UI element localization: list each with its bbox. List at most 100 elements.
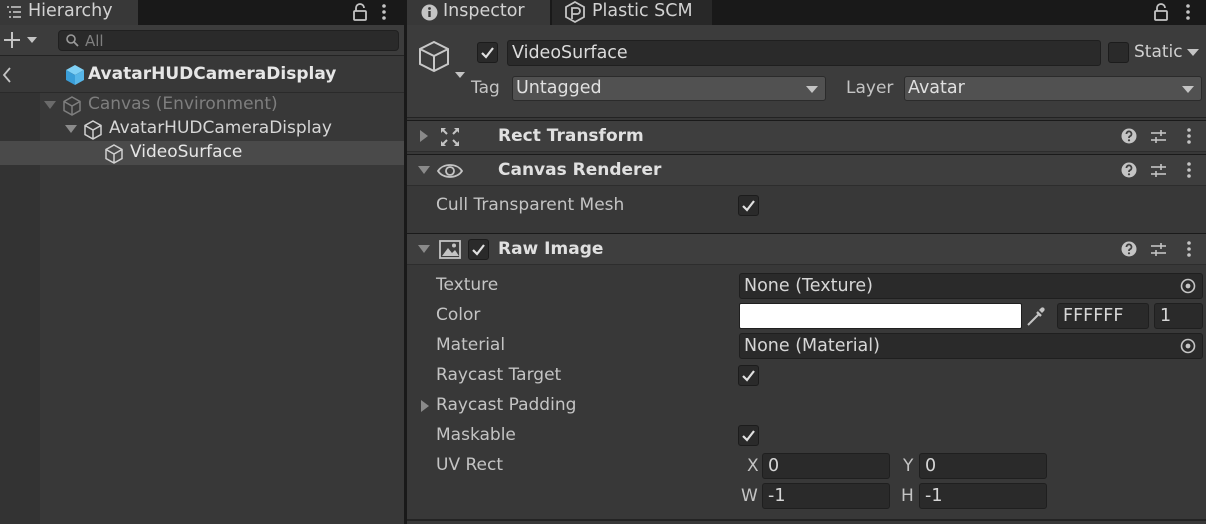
uv-x-label: X: [747, 456, 759, 476]
search-input[interactable]: [85, 31, 385, 50]
tree-item-label: Canvas (Environment): [88, 94, 278, 114]
gameobject-name-input[interactable]: [512, 42, 1092, 64]
raw-image-title: Raw Image: [498, 239, 604, 259]
color-swatch[interactable]: [739, 303, 1022, 329]
tab-inspector[interactable]: Inspector: [407, 0, 550, 25]
tab-plastic-scm[interactable]: Plastic SCM: [552, 0, 712, 25]
expand-arrow-icon[interactable]: [44, 101, 56, 109]
color-alpha-value: 1: [1160, 306, 1172, 326]
tab-inspector-label: Inspector: [443, 1, 525, 21]
maskable-label: Maskable: [436, 425, 516, 445]
plastic-scm-icon: [564, 1, 586, 24]
raycast-target-checkbox[interactable]: [738, 365, 759, 386]
add-icon[interactable]: [3, 30, 43, 50]
hierarchy-panel: Hierarchy AvatarHUDCameraDisplay Canvas …: [0, 0, 404, 524]
raycast-padding-fold-icon[interactable]: [421, 400, 429, 412]
rect-transform-title: Rect Transform: [498, 126, 644, 146]
tag-dropdown[interactable]: Untagged: [512, 76, 826, 101]
image-icon: [439, 240, 461, 259]
gameobject-cube-icon: [104, 144, 124, 164]
tree-item[interactable]: AvatarHUDCameraDisplay: [0, 117, 404, 141]
gameobject-cube-icon: [62, 96, 82, 116]
more-options-icon[interactable]: [1185, 240, 1193, 258]
more-options-icon[interactable]: [1184, 3, 1192, 21]
eyedropper-icon[interactable]: [1026, 305, 1048, 327]
static-label: Static: [1134, 42, 1183, 62]
eye-icon: [437, 161, 463, 181]
gameobject-cube-icon: [83, 120, 103, 140]
help-icon[interactable]: [1121, 162, 1137, 178]
lock-icon[interactable]: [1153, 2, 1169, 22]
object-picker-icon[interactable]: [1180, 338, 1196, 354]
gameobject-header: [407, 25, 1206, 118]
uv-w-field[interactable]: -1: [762, 483, 890, 509]
object-picker-icon[interactable]: [1180, 278, 1196, 294]
presets-icon[interactable]: [1150, 128, 1167, 145]
info-icon: [421, 4, 438, 21]
tree-item-selected[interactable]: VideoSurface: [0, 141, 404, 165]
rect-transform-header[interactable]: Rect Transform: [407, 120, 1206, 152]
texture-object-field[interactable]: None (Texture): [739, 273, 1203, 299]
hierarchy-tab[interactable]: Hierarchy: [0, 0, 138, 25]
tree-item-label: VideoSurface: [130, 142, 243, 162]
static-checkbox[interactable]: [1108, 42, 1129, 63]
uv-y-value: 0: [925, 456, 937, 476]
hierarchy-search[interactable]: [58, 30, 399, 51]
color-alpha-field[interactable]: 1: [1154, 303, 1203, 329]
fold-arrow-icon[interactable]: [418, 245, 430, 253]
cull-transparent-mesh-label: Cull Transparent Mesh: [436, 195, 625, 215]
layer-dropdown[interactable]: Avatar: [904, 76, 1202, 101]
raycast-padding-label[interactable]: Raycast Padding: [436, 395, 576, 415]
tree-item-label: AvatarHUDCameraDisplay: [109, 118, 332, 138]
uv-rect-label: UV Rect: [436, 455, 503, 475]
raw-image-header[interactable]: Raw Image: [407, 233, 1206, 265]
gameobject-name-field[interactable]: [507, 40, 1101, 66]
help-icon[interactable]: [1121, 128, 1137, 144]
expand-arrow-icon[interactable]: [65, 125, 77, 133]
static-dropdown-icon[interactable]: [1187, 49, 1199, 56]
canvas-renderer-header[interactable]: Canvas Renderer: [407, 154, 1206, 186]
tree-item[interactable]: Canvas (Environment): [0, 93, 404, 117]
help-icon[interactable]: [1121, 241, 1137, 257]
uv-h-value: -1: [925, 486, 943, 506]
layer-label: Layer: [846, 78, 894, 98]
tag-value: Untagged: [516, 78, 602, 98]
more-options-icon[interactable]: [1185, 127, 1193, 145]
cull-transparent-mesh-checkbox[interactable]: [738, 195, 759, 216]
rect-transform-icon: [440, 127, 460, 147]
presets-icon[interactable]: [1150, 162, 1167, 179]
maskable-checkbox[interactable]: [738, 425, 759, 446]
fold-arrow-icon[interactable]: [418, 166, 430, 174]
component-divider: [407, 519, 1206, 521]
uv-y-label: Y: [903, 456, 914, 476]
gameobject-cube-icon[interactable]: [416, 40, 470, 82]
fold-arrow-icon[interactable]: [420, 130, 428, 142]
uv-h-field[interactable]: -1: [919, 483, 1047, 509]
material-object-field[interactable]: None (Material): [739, 333, 1203, 359]
scene-header-row[interactable]: AvatarHUDCameraDisplay: [0, 58, 404, 93]
color-hex-field[interactable]: FFFFFF: [1057, 303, 1149, 329]
raycast-target-label: Raycast Target: [436, 365, 562, 385]
lock-icon[interactable]: [352, 2, 368, 22]
color-label: Color: [436, 305, 481, 325]
list-icon: [6, 4, 22, 20]
search-icon: [65, 33, 81, 49]
presets-icon[interactable]: [1150, 241, 1167, 258]
layer-value: Avatar: [908, 78, 965, 98]
canvas-renderer-title: Canvas Renderer: [498, 160, 662, 180]
more-options-icon[interactable]: [380, 3, 388, 21]
raw-image-enabled-checkbox[interactable]: [468, 239, 489, 260]
uv-w-value: -1: [768, 486, 786, 506]
more-options-icon[interactable]: [1185, 161, 1193, 179]
uv-h-label: H: [901, 486, 914, 506]
active-checkbox[interactable]: [477, 42, 498, 63]
inspector-panel: Inspector Plastic SCM Static Tag Untagge…: [407, 0, 1206, 524]
back-chevron-icon[interactable]: [2, 67, 12, 83]
uv-x-field[interactable]: 0: [762, 453, 890, 479]
chevron-down-icon: [1182, 86, 1194, 93]
texture-label: Texture: [436, 275, 499, 295]
uv-y-field[interactable]: 0: [919, 453, 1047, 479]
chevron-down-icon: [806, 86, 818, 93]
texture-value: None (Texture): [744, 276, 873, 296]
scene-title: AvatarHUDCameraDisplay: [88, 64, 337, 84]
